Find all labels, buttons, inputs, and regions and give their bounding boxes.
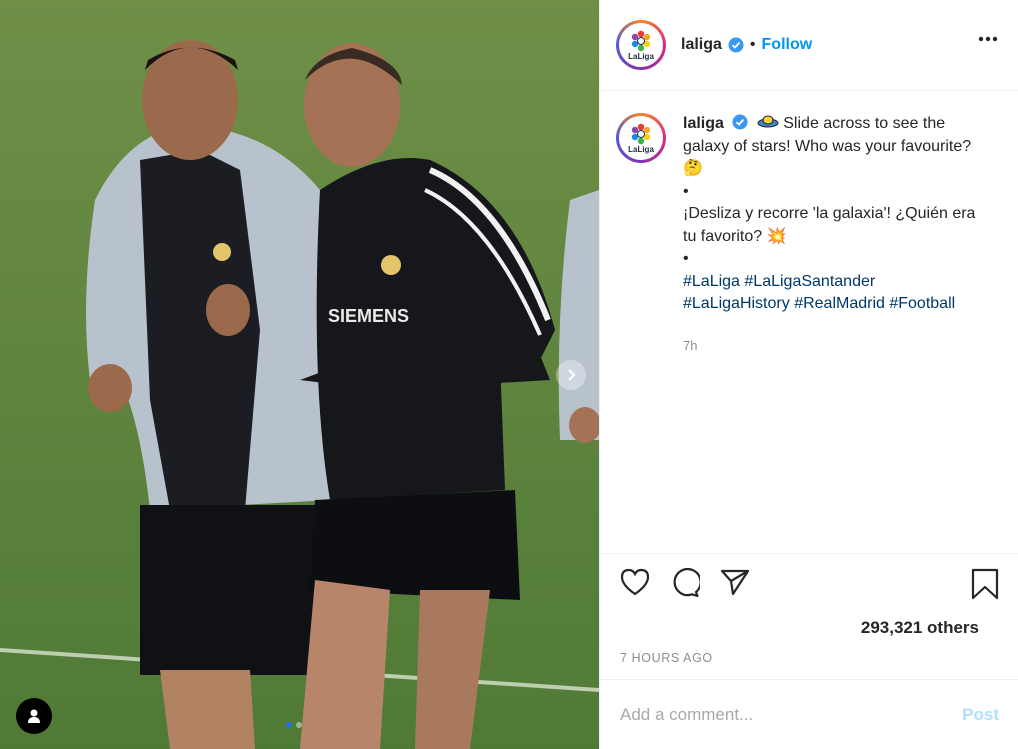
caption-bullet: • — [683, 250, 689, 267]
caption-avatar[interactable]: LaLiga — [616, 113, 666, 163]
carousel-indicator — [286, 722, 302, 728]
comment-input[interactable] — [620, 704, 963, 725]
flying-saucer-icon — [757, 115, 779, 128]
laliga-logo-icon — [631, 123, 651, 144]
logo-text: LaLiga — [628, 51, 654, 61]
username-link[interactable]: laliga — [681, 36, 722, 54]
post-media[interactable]: SIEMENS — [0, 0, 599, 749]
follow-button[interactable]: Follow — [762, 36, 813, 54]
caption-timestamp[interactable]: 7h — [683, 335, 983, 358]
hashtag-link[interactable]: #Football — [889, 295, 955, 312]
hashtag-link[interactable]: #LaLigaSantander — [744, 273, 875, 290]
paper-plane-icon[interactable] — [720, 568, 750, 596]
hashtag-link[interactable]: #LaLiga — [683, 273, 740, 290]
bookmark-icon[interactable] — [971, 568, 999, 600]
laliga-logo: LaLiga — [619, 23, 663, 67]
jersey-sponsor-text: SIEMENS — [328, 306, 409, 326]
post-timestamp[interactable]: 7 HOURS AGO — [620, 651, 713, 665]
action-icons — [620, 568, 750, 598]
caption-username[interactable]: laliga — [683, 115, 724, 132]
post-header: LaLiga laliga • Follow — [600, 0, 1018, 91]
caption-hashtags: #LaLiga #LaLigaSantander #LaLigaHistory … — [683, 271, 983, 316]
separator-dot: • — [749, 36, 756, 53]
laliga-logo-icon — [631, 30, 651, 51]
heart-icon[interactable] — [620, 568, 650, 596]
hashtag-link[interactable]: #LaLigaHistory — [683, 295, 790, 312]
person-icon — [28, 709, 40, 723]
chevron-right-icon — [568, 369, 576, 381]
post-side-panel: LaLiga laliga • Follow LaLiga laliga Sli… — [599, 0, 1018, 749]
comments-section: LaLiga laliga Slide across to see the ga… — [600, 91, 1018, 553]
comment-icon[interactable] — [670, 568, 700, 598]
verified-badge-icon — [732, 114, 748, 130]
laliga-logo: LaLiga — [619, 116, 663, 160]
caption-line-spanish: ¡Desliza y recorre 'la galaxia'! ¿Quién … — [683, 205, 976, 245]
post-caption: LaLiga laliga Slide across to see the ga… — [616, 113, 1002, 357]
hashtag-link[interactable]: #RealMadrid — [794, 295, 885, 312]
post-photo: SIEMENS — [0, 0, 599, 749]
likes-count[interactable]: 293,321 others — [861, 618, 979, 638]
carousel-dot — [296, 722, 302, 728]
logo-text: LaLiga — [628, 144, 654, 154]
caption-line-english: Slide across to see the galaxy of stars!… — [683, 115, 972, 177]
verified-badge-icon — [728, 37, 744, 53]
tagged-users-button[interactable] — [16, 698, 52, 734]
carousel-next-button[interactable] — [556, 360, 586, 390]
carousel-dot — [286, 722, 292, 728]
post-actions: 293,321 others 7 HOURS AGO — [600, 553, 1018, 679]
avatar[interactable]: LaLiga — [616, 20, 666, 70]
add-comment-bar: Post — [600, 679, 1018, 749]
more-horizontal-icon[interactable] — [978, 36, 998, 42]
caption-bullet: • — [683, 182, 689, 200]
post-comment-button[interactable]: Post — [962, 705, 999, 725]
caption-text: laliga Slide across to see the galaxy of… — [683, 113, 983, 357]
